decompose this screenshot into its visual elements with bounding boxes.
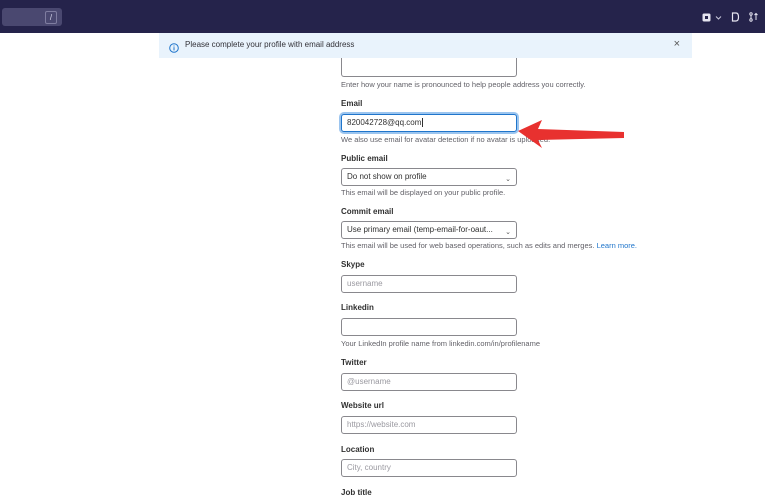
skype-label: Skype [341, 260, 365, 269]
job-title-label: Job title [341, 488, 372, 497]
commit-email-help: This email will be used for web based op… [341, 241, 595, 250]
chevron-down-icon: ⌄ [505, 229, 511, 236]
location-input[interactable]: City, country [341, 459, 517, 477]
location-label: Location [341, 445, 375, 454]
commit-email-label: Commit email [341, 207, 394, 216]
close-icon[interactable]: × [674, 38, 680, 50]
commit-email-select[interactable]: Use primary email (temp-email-for-oaut..… [341, 221, 517, 239]
public-email-selected: Do not show on profile [347, 172, 427, 181]
pronunciation-input[interactable] [341, 58, 517, 77]
twitter-label: Twitter [341, 358, 367, 367]
linkedin-label: Linkedin [341, 303, 374, 312]
commit-email-selected: Use primary email (temp-email-for-oaut..… [347, 225, 493, 234]
email-field[interactable]: 820042728@qq.com [341, 114, 517, 132]
annotation-arrow-icon [518, 120, 624, 148]
todo-icon[interactable] [749, 12, 759, 22]
public-email-select[interactable]: Do not show on profile ⌄ [341, 168, 517, 186]
linkedin-help: Your LinkedIn profile name from linkedin… [341, 339, 540, 348]
public-email-help: This email will be displayed on your pub… [341, 188, 506, 197]
chevron-down-icon: ⌄ [505, 176, 511, 183]
twitter-input[interactable]: @username [341, 373, 517, 391]
commit-email-help-row: This email will be used for web based op… [341, 241, 637, 250]
public-email-label: Public email [341, 154, 388, 163]
top-navbar: / [0, 0, 765, 33]
info-icon [169, 40, 179, 58]
email-value: 820042728@qq.com [347, 118, 422, 127]
website-url-input[interactable]: https://website.com [341, 416, 517, 434]
pronunciation-help: Enter how your name is pronounced to hel… [341, 80, 586, 89]
issues-icon[interactable] [702, 13, 711, 22]
linkedin-input[interactable] [341, 318, 517, 336]
search-shortcut-key: / [45, 11, 57, 24]
profile-incomplete-alert: Please complete your profile with email … [159, 33, 692, 58]
chevron-down-icon[interactable] [715, 14, 722, 21]
learn-more-link[interactable]: Learn more. [597, 241, 637, 250]
top-right-icons [702, 10, 759, 24]
email-label: Email [341, 99, 363, 108]
merge-requests-icon[interactable] [731, 12, 740, 22]
skype-input[interactable]: username [341, 275, 517, 293]
search-box[interactable]: / [2, 8, 62, 26]
website-url-label: Website url [341, 401, 384, 410]
alert-message: Please complete your profile with email … [185, 40, 355, 49]
